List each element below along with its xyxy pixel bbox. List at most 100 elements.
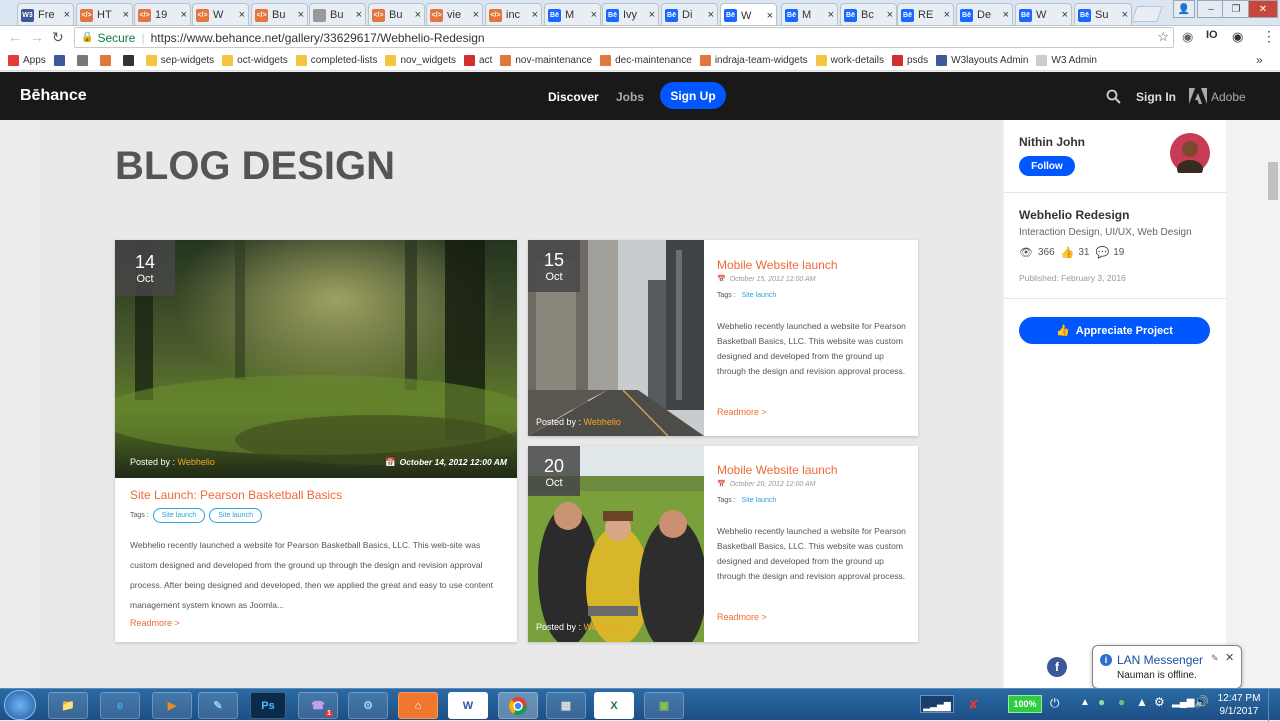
bookmark-item[interactable]: sep-widgets	[145, 54, 214, 66]
browser-tab[interactable]: </> Bu ×	[251, 3, 308, 25]
nav-discover[interactable]: Discover	[548, 90, 599, 104]
lan-messenger-notification[interactable]: i LAN Messenger ✎ ✕ Nauman is offline.	[1092, 645, 1242, 689]
bookmark-star-icon[interactable]: ☆	[1157, 29, 1169, 45]
side-tag-link[interactable]: Site launch	[742, 292, 777, 299]
side-tag-link[interactable]: Site launch	[742, 497, 777, 504]
browser-tab[interactable]: Bē M ×	[781, 3, 838, 25]
pin-icon[interactable]: ✎	[1211, 653, 1219, 664]
browser-tab[interactable]: </> 19 ×	[134, 3, 191, 25]
browser-tab[interactable]: Bē W ×	[720, 3, 777, 25]
tab-close-icon[interactable]: ×	[64, 9, 70, 21]
browser-tab[interactable]: </> HT ×	[76, 3, 133, 25]
close-notification-icon[interactable]: ✕	[1225, 651, 1234, 664]
tab-close-icon[interactable]: ×	[415, 9, 421, 21]
file-explorer-icon[interactable]: 📁	[48, 692, 88, 719]
main-author-link[interactable]: Webhelio	[178, 457, 215, 467]
owner-name[interactable]: Nithin John	[1019, 135, 1085, 149]
battery-indicator[interactable]: 100%	[1008, 695, 1042, 713]
bookmark-item[interactable]	[122, 54, 138, 66]
bookmark-item[interactable]: completed-lists	[295, 54, 377, 66]
tab-close-icon[interactable]: ×	[123, 9, 129, 21]
screenshot-extension-icon[interactable]: ◉	[1232, 29, 1243, 45]
chrome-icon[interactable]	[498, 692, 538, 719]
calculator-icon[interactable]: ▦	[546, 692, 586, 719]
tab-close-icon[interactable]: ×	[708, 9, 714, 21]
tab-close-icon[interactable]: ×	[591, 9, 597, 21]
browser-tab[interactable]: Bē Su ×	[1074, 3, 1132, 25]
bookmark-item[interactable]: W3 Admin	[1036, 54, 1097, 66]
tray-network-icon[interactable]: ●	[1098, 695, 1105, 709]
follow-button[interactable]: Follow	[1019, 156, 1075, 176]
signin-link[interactable]: Sign In	[1136, 90, 1176, 104]
browser-tab[interactable]: </> vie ×	[426, 3, 483, 25]
facebook-share-icon[interactable]: f	[1047, 657, 1067, 677]
new-tab-button[interactable]	[1131, 6, 1163, 22]
browser-tab[interactable]: Bē Di ×	[661, 3, 718, 25]
browser-tab[interactable]: Bē De ×	[956, 3, 1013, 25]
network-app-icon[interactable]: ⚙	[348, 692, 388, 719]
owner-avatar[interactable]	[1170, 133, 1210, 173]
tray-app-icon[interactable]: ●	[1118, 695, 1125, 709]
antivirus-icon[interactable]: ✘	[968, 697, 979, 713]
bookmark-item[interactable]: oct-widgets	[222, 54, 288, 66]
reload-icon[interactable]: ↻	[52, 29, 64, 46]
network-signal-icon[interactable]: ▂▃▅▇	[920, 695, 954, 713]
side-post-title[interactable]: Mobile Website launch	[717, 258, 838, 272]
tab-close-icon[interactable]: ×	[473, 9, 479, 21]
tab-close-icon[interactable]: ×	[828, 9, 834, 21]
start-button[interactable]	[4, 690, 36, 720]
browser-tab[interactable]: Bē RE ×	[897, 3, 954, 25]
tab-close-icon[interactable]: ×	[532, 9, 538, 21]
browser-tab[interactable]: </> W ×	[192, 3, 249, 25]
forward-icon[interactable]: →	[30, 29, 44, 45]
tab-close-icon[interactable]: ×	[181, 9, 187, 21]
main-readmore-link[interactable]: Readmore >	[130, 618, 180, 628]
adobe-link[interactable]: Adobe	[1211, 90, 1246, 104]
tab-close-icon[interactable]: ×	[1062, 9, 1068, 21]
image-viewer-icon[interactable]: ▣	[644, 692, 684, 719]
search-icon[interactable]	[1106, 89, 1121, 104]
tab-close-icon[interactable]: ×	[298, 9, 304, 21]
nav-jobs[interactable]: Jobs	[616, 90, 644, 104]
bookmark-item[interactable]: act	[464, 54, 492, 66]
url-text[interactable]: https://www.behance.net/gallery/33629617…	[151, 31, 485, 45]
bookmark-item[interactable]	[76, 54, 92, 66]
excel-icon[interactable]: X	[594, 692, 634, 719]
back-icon[interactable]: ←	[8, 29, 22, 45]
bookmark-item[interactable]: indraja-team-widgets	[699, 54, 808, 66]
camera-extension-icon[interactable]: ◉	[1182, 29, 1193, 45]
sticky-notes-icon[interactable]: ✎	[198, 692, 238, 719]
tab-close-icon[interactable]: ×	[767, 10, 773, 22]
signup-button[interactable]: Sign Up	[660, 82, 726, 109]
browser-tab[interactable]: Bē Bc ×	[840, 3, 897, 25]
tab-close-icon[interactable]: ×	[649, 9, 655, 21]
show-desktop-button[interactable]	[1268, 689, 1280, 721]
tab-close-icon[interactable]: ×	[887, 9, 893, 21]
tray-expand-icon[interactable]: ▲	[1080, 697, 1090, 708]
behance-logo[interactable]: Bēhance	[20, 87, 87, 105]
tray-update-icon[interactable]: ▲	[1136, 695, 1148, 709]
wifi-signal-icon[interactable]: ▂▄▆	[1172, 697, 1194, 708]
menu-icon[interactable]: ⋮	[1262, 28, 1276, 45]
internet-explorer-icon[interactable]: e	[100, 692, 140, 719]
browser-tab[interactable]: Bē Ivy ×	[602, 3, 659, 25]
appreciate-project-button[interactable]: 👍 Appreciate Project	[1019, 317, 1210, 344]
minimize-button[interactable]: –	[1197, 0, 1225, 18]
side-author-link[interactable]: Webhelio	[584, 622, 621, 632]
tab-close-icon[interactable]: ×	[1003, 9, 1009, 21]
bookmark-item[interactable]: W3layouts Admin	[936, 54, 1028, 66]
browser-tab[interactable]: Bu ×	[309, 3, 366, 25]
bookmark-item[interactable]: psds	[892, 54, 928, 66]
tab-close-icon[interactable]: ×	[944, 9, 950, 21]
tray-bluetooth-icon[interactable]: ⚙	[1154, 695, 1165, 709]
viber-icon[interactable]: ☎ 1	[298, 692, 338, 719]
photoshop-icon[interactable]: Ps	[250, 692, 286, 719]
browser-tab[interactable]: Bē W ×	[1015, 3, 1072, 25]
tab-close-icon[interactable]: ×	[1122, 9, 1128, 21]
tab-close-icon[interactable]: ×	[356, 9, 362, 21]
bookmark-item[interactable]: dec-maintenance	[600, 54, 692, 66]
close-window-button[interactable]: ✕	[1248, 0, 1278, 18]
bookmarks-overflow[interactable]: »	[1256, 53, 1263, 67]
volume-icon[interactable]: 🔊	[1194, 695, 1209, 709]
browser-tab[interactable]: </> inc ×	[485, 3, 542, 25]
